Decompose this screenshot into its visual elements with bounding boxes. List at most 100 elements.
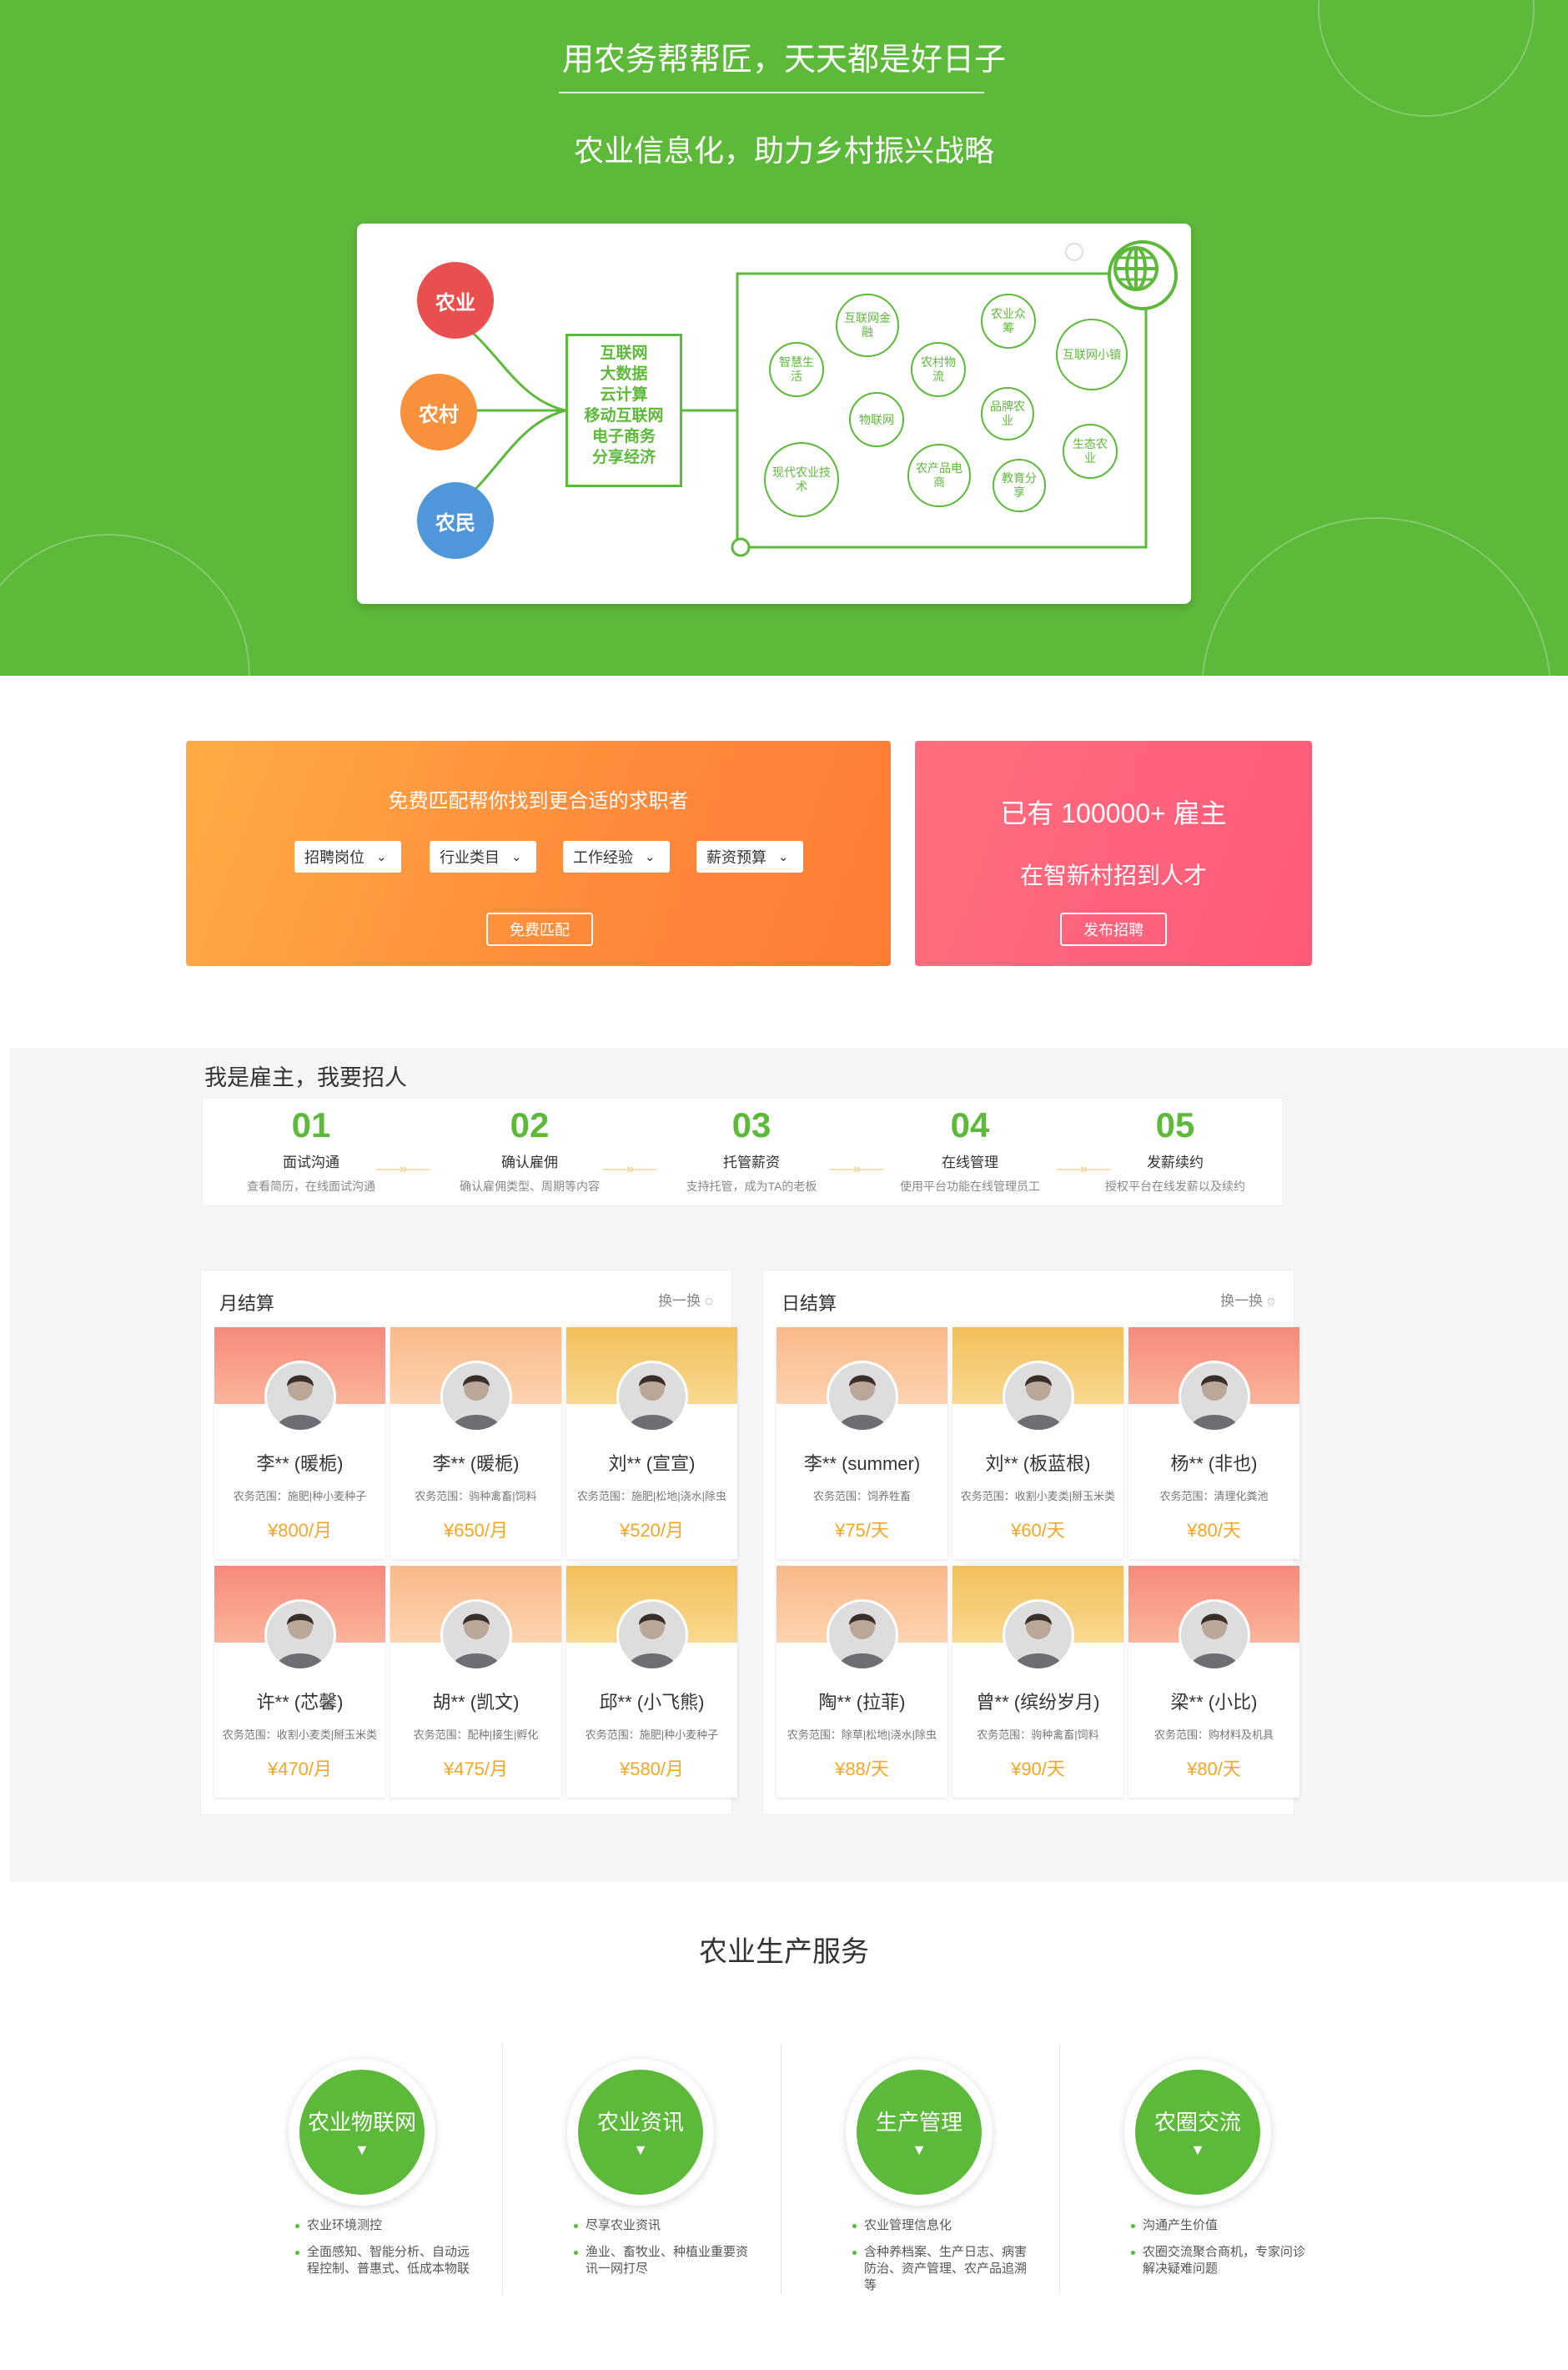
refresh-button[interactable]: 换一换 ◌ — [1220, 1289, 1275, 1310]
worker-name: 刘** (宣宣) — [608, 1453, 696, 1474]
worker-scope: 农务范围：清理化粪池 — [1159, 1490, 1269, 1502]
refresh-label: 换一换 — [1220, 1293, 1264, 1309]
step-number: 05 — [1155, 1105, 1195, 1145]
step-number: 02 — [510, 1105, 550, 1145]
worker-card[interactable]: 邱** (小飞熊) 农务范围：施肥|种小麦种子 ¥580/月 — [566, 1566, 737, 1798]
match-title: 免费匹配帮你找到更合适的求职者 — [388, 790, 689, 813]
worker-price: ¥60/天 — [1011, 1520, 1065, 1541]
bubble: 品牌农业 — [981, 387, 1034, 440]
service-point: 沟通产生价值 — [1131, 2217, 1314, 2234]
hero-subtitle: 农业信息化，助力乡村振兴战略 — [573, 133, 994, 168]
service-item[interactable]: 生产管理 ▼ 农业管理信息化 含种养档案、生产日志、病害防治、资产管理、农产品追溯等 — [779, 2044, 1059, 2294]
worker-card[interactable]: 梁** (小比) 农务范围：购材料及机具 ¥80/天 — [1128, 1566, 1299, 1798]
services-title: 农业生产服务 — [699, 1936, 869, 1968]
deco-ring — [0, 534, 250, 676]
service-point: 渔业、畜牧业、种植业重要资讯一网打尽 — [574, 2244, 757, 2277]
worker-card[interactable]: 陶** (拉菲) 农务范围：除草|松地|浇水|除虫 ¥88/天 — [776, 1566, 947, 1798]
refresh-icon: ◌ — [1266, 1293, 1275, 1309]
step-item: 03 托管薪资 支持托管，成为TA的老板 — [643, 1099, 860, 1195]
chevron-down-icon: ⌄ — [511, 850, 522, 864]
worker-card[interactable]: 杨** (非也) 农务范围：清理化粪池 ¥80/天 — [1128, 1327, 1299, 1559]
worker-card[interactable]: 曾** (缤纷岁月) 农务范围：驹种禽畜|饲料 ¥90/天 — [952, 1566, 1123, 1798]
select-label: 招聘岗位 — [304, 849, 364, 866]
service-point: 尽享农业资讯 — [574, 2217, 757, 2234]
refresh-button[interactable]: 换一换 ◌ — [658, 1289, 713, 1310]
post-job-button[interactable]: 发布招聘 — [1060, 913, 1167, 946]
bubble: 生态农业 — [1063, 424, 1118, 479]
worker-scope: 农务范围：饲养牲畜 — [812, 1490, 911, 1502]
worker-card[interactable]: 李** (summer) 农务范围：饲养牲畜 ¥75/天 — [776, 1327, 947, 1559]
worker-name: 陶** (拉菲) — [818, 1692, 906, 1713]
bubble: 教育分享 — [993, 459, 1046, 512]
worker-price: ¥88/天 — [835, 1759, 889, 1779]
service-item[interactable]: 农圈交流 ▼ 沟通产生价值 农圈交流聚合商机，专家问诊解决疑难问题 — [1058, 2044, 1338, 2294]
worker-price: ¥80/天 — [1187, 1759, 1241, 1779]
tech-item: 电子商务 — [591, 428, 656, 445]
service-badge: 农圈交流 ▼ — [1124, 2059, 1271, 2206]
avatar — [440, 1599, 512, 1671]
service-name: 农圈交流 — [1153, 2110, 1241, 2135]
worker-card[interactable]: 李** (暖栀) 农务范围：施肥|种小麦种子 ¥800/月 — [214, 1327, 385, 1559]
worker-card[interactable]: 许** (芯馨) 农务范围：收割小麦类|掰玉米类 ¥470/月 — [214, 1566, 385, 1798]
avatar — [1179, 1599, 1250, 1671]
tech-item: 互联网 — [600, 345, 648, 362]
worker-name: 李** (暖栀) — [256, 1453, 344, 1474]
worker-card[interactable]: 李** (暖栀) 农务范围：驹种禽畜|饲料 ¥650/月 — [390, 1327, 561, 1559]
select-budget[interactable]: 薪资预算 ⌄ — [696, 841, 803, 873]
employer-tagline: 在智新村招到人才 — [1019, 863, 1207, 888]
worker-name: 邱** (小飞熊) — [599, 1692, 705, 1713]
step-desc: 授权平台在线发薪以及续约 — [1105, 1180, 1245, 1193]
worker-scope: 农务范围：配种|接生|孵化 — [413, 1728, 539, 1741]
chevron-down-icon: ⌄ — [376, 850, 387, 864]
worker-card[interactable]: 刘** (宣宣) 农务范围：施肥|松地|浇水|除虫 ¥520/月 — [566, 1327, 737, 1559]
service-points: 沟通产生价值 农圈交流聚合商机，专家问诊解决疑难问题 — [1131, 2217, 1314, 2287]
worker-name: 许** (芯馨) — [256, 1692, 344, 1713]
worker-scope: 农务范围：施肥|种小麦种子 — [585, 1728, 719, 1741]
worker-scope: 农务范围：收割小麦类|掰玉米类 — [222, 1728, 378, 1741]
free-match-button[interactable]: 免费匹配 — [486, 913, 593, 946]
select-experience[interactable]: 工作经验 ⌄ — [563, 841, 670, 873]
avatar — [616, 1599, 688, 1671]
select-industry[interactable]: 行业类目 ⌄ — [430, 841, 536, 873]
select-label: 行业类目 — [440, 849, 500, 866]
pillar-agriculture: 农业 — [417, 262, 494, 339]
employer-count: 已有 100000+ 雇主 — [1000, 798, 1227, 828]
caret-down-icon: ▼ — [633, 2141, 648, 2158]
select-job-position[interactable]: 招聘岗位 ⌄ — [294, 841, 401, 873]
title-underline — [559, 92, 984, 93]
avatar — [1003, 1599, 1074, 1671]
service-circle: 生产管理 ▼ — [857, 2070, 982, 2195]
tech-item: 移动互联网 — [584, 407, 664, 425]
worker-name: 李** (summer) — [803, 1453, 921, 1474]
worker-card[interactable]: 刘** (板蓝根) 农务范围：收割小麦类|掰玉米类 ¥60/天 — [952, 1327, 1123, 1559]
concept-diagram: 农业 农村 农民 互联网 大数据 云计算 移动互联网 电子商务 分享经济 互联网… — [357, 224, 1191, 604]
worker-name: 梁** (小比) — [1170, 1692, 1258, 1713]
service-item[interactable]: 农业物联网 ▼ 农业环境测控 全面感知、智能分析、自动远程控制、普惠式、低成本物联 — [222, 2044, 502, 2294]
step-item: 05 发薪续约 授权平台在线发薪以及续约 — [1067, 1099, 1284, 1195]
employer-card: 已有 100000+ 雇主 在智新村招到人才 发布招聘 — [915, 741, 1312, 966]
worker-price: ¥470/月 — [267, 1759, 333, 1779]
bubble: 物联网 — [849, 392, 904, 447]
panel-title: 月结算 — [219, 1293, 275, 1314]
hero-banner: 用农务帮帮匠，天天都是好日子 农业信息化，助力乡村振兴战略 农业 农村 农民 互… — [0, 0, 1568, 676]
step-desc: 支持托管，成为TA的老板 — [686, 1180, 817, 1193]
step-title: 托管薪资 — [723, 1155, 780, 1170]
service-name: 生产管理 — [875, 2110, 962, 2135]
worker-price: ¥650/月 — [443, 1520, 509, 1541]
avatar — [827, 1361, 898, 1432]
service-point: 全面感知、智能分析、自动远程控制、普惠式、低成本物联 — [295, 2244, 479, 2277]
worker-price: ¥90/天 — [1011, 1759, 1065, 1779]
service-name: 农业物联网 — [307, 2110, 416, 2135]
tech-item: 云计算 — [600, 386, 648, 404]
step-number: 01 — [291, 1105, 331, 1145]
service-item[interactable]: 农业资讯 ▼ 尽享农业资讯 渔业、畜牧业、种植业重要资讯一网打尽 — [500, 2044, 781, 2294]
worker-price: ¥800/月 — [267, 1520, 333, 1541]
avatar — [827, 1599, 898, 1671]
worker-card[interactable]: 胡** (凯文) 农务范围：配种|接生|孵化 ¥475/月 — [390, 1566, 561, 1798]
service-point: 含种养档案、生产日志、病害防治、资产管理、农产品追溯等 — [852, 2244, 1036, 2294]
step-title: 在线管理 — [942, 1155, 998, 1170]
avatar — [440, 1361, 512, 1432]
step-item: 01 面试沟通 查看简历，在线面试沟通 — [203, 1099, 420, 1195]
step-title: 发薪续约 — [1147, 1155, 1204, 1170]
worker-price: ¥75/天 — [835, 1520, 889, 1541]
